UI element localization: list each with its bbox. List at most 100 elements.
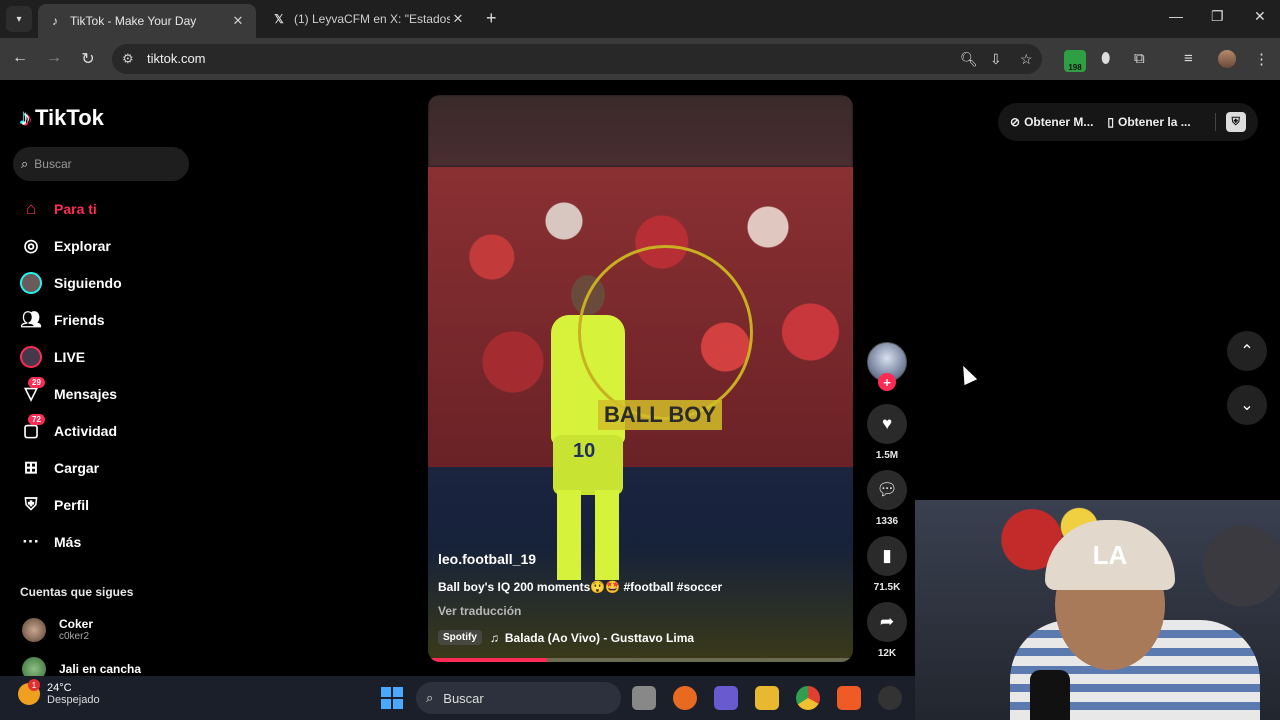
share-count: 12K — [877, 648, 897, 659]
translate-link[interactable]: Ver traducción — [438, 604, 521, 618]
browser-menu-icon[interactable]: ⋮ — [1254, 50, 1269, 68]
weather-widget[interactable]: 1 24°C Despejado — [18, 679, 100, 706]
profile-icon: ⛨ — [24, 494, 38, 514]
follow-plus-icon[interactable]: + — [878, 373, 896, 391]
tiktok-favicon-icon: ♪ — [52, 14, 58, 28]
comment-button[interactable]: 💬︎ — [867, 470, 907, 510]
nav-item-cargar[interactable]: ⊞ Cargar — [18, 449, 198, 486]
back-icon[interactable]: ← — [10, 49, 30, 67]
nav-item-friends[interactable]: 👥︎ Friends — [18, 301, 198, 338]
windows-start-icon[interactable] — [381, 687, 403, 709]
new-tab-button[interactable]: + — [486, 8, 497, 29]
divider — [1214, 113, 1216, 131]
live-icon — [18, 344, 44, 370]
spotify-tag[interactable]: Spotify — [438, 630, 482, 645]
restore-icon[interactable]: ❐ — [1211, 8, 1224, 25]
comment-count: 1336 — [875, 516, 899, 527]
video-progress-fill — [428, 658, 547, 662]
nav-item-explorar[interactable]: ◎ Explorar — [18, 227, 198, 264]
save-count: 71.5K — [873, 582, 901, 593]
firefox-icon[interactable] — [673, 686, 697, 710]
next-video-button[interactable]: ⌄ — [1227, 385, 1267, 425]
account-item-coker[interactable]: Coker c0ker2 — [22, 617, 93, 642]
bookmark-icon: ▮ — [882, 546, 892, 565]
account-name: Jali en cancha — [59, 662, 142, 676]
browser-tab-strip: ▾ ♪ TikTok - Make Your Day ✕ 𝕏 (1) Leyva… — [0, 0, 1280, 38]
weather-badge: 1 — [28, 679, 40, 691]
site-info-icon[interactable]: ⚙ — [122, 51, 134, 67]
teams-icon[interactable] — [714, 686, 738, 710]
taskbar-search[interactable]: ⌕ Buscar — [416, 682, 621, 714]
zoom-icon[interactable]: 🔍︎ — [960, 51, 978, 68]
tab-search-menu-button[interactable]: ▾ — [6, 6, 32, 32]
video-music[interactable]: Spotify ♫ Balada (Ao Vivo) - Gusttavo Li… — [438, 630, 694, 645]
video-progress-bar[interactable] — [428, 658, 853, 662]
share-button[interactable]: ➦ — [867, 602, 907, 642]
reading-list-icon[interactable]: ≡ — [1184, 50, 1193, 67]
messages-badge: 29 — [28, 377, 45, 388]
search-icon: ⌕ — [21, 156, 29, 171]
tab-title: (1) LeyvaCFM en X: "Estados U — [294, 12, 450, 26]
nav-item-perfil[interactable]: ⛨ Perfil — [18, 486, 198, 523]
get-app-button[interactable]: ⊘ Obtener M... — [1010, 115, 1093, 129]
activity-badge: 72 — [28, 414, 45, 425]
sidebar-nav: ⌂ Para ti ◎ Explorar Siguiendo 👥︎ Friend… — [18, 190, 198, 560]
nav-item-mensajes[interactable]: ▽ 29 Mensajes — [18, 375, 198, 412]
nav-item-siguiendo[interactable]: Siguiendo — [18, 264, 198, 301]
extension-badge-icon[interactable]: 198 — [1064, 50, 1086, 72]
address-bar[interactable]: ⚙ tiktok.com 🔍︎ ⇩ ☆ — [112, 44, 1042, 74]
minimize-icon[interactable]: — — [1169, 8, 1183, 24]
like-button[interactable]: ♥ — [867, 404, 907, 444]
video-username[interactable]: leo.football_19 — [438, 551, 536, 567]
nav-item-mas[interactable]: ··· Más — [18, 523, 198, 560]
avatar — [22, 617, 46, 642]
reload-icon[interactable]: ↻ — [78, 49, 98, 69]
tab-tiktok[interactable]: ♪ TikTok - Make Your Day ✕ — [38, 4, 256, 38]
search-icon: ⌕ — [426, 690, 434, 705]
search-box[interactable]: ⌕ — [13, 147, 189, 181]
windows-taskbar: 1 24°C Despejado ⌕ Buscar — [0, 676, 915, 720]
task-view-icon[interactable] — [632, 686, 656, 710]
bookmark-star-icon[interactable]: ☆ — [1020, 51, 1033, 68]
nav-item-para-ti[interactable]: ⌂ Para ti — [18, 190, 198, 227]
forward-icon[interactable]: → — [44, 49, 64, 67]
share-icon: ➦ — [879, 612, 895, 631]
more-icon: ··· — [22, 531, 40, 551]
tab-close-icon[interactable]: ✕ — [230, 13, 246, 29]
profile-avatar-icon[interactable]: ⛨ — [1225, 112, 1246, 132]
search-input[interactable] — [34, 157, 175, 171]
account-handle: c0ker2 — [59, 631, 90, 642]
save-button[interactable]: ▮ — [867, 536, 907, 576]
microphone — [1030, 670, 1070, 720]
close-window-icon[interactable]: ✕ — [1254, 8, 1266, 25]
install-app-icon[interactable]: ⇩ — [990, 51, 1002, 68]
ball-boy-label: BALL BOY — [598, 400, 723, 430]
browser-profile-avatar[interactable] — [1218, 50, 1236, 68]
previous-video-button[interactable]: ⌃ — [1227, 331, 1267, 371]
account-name: Coker — [59, 617, 94, 631]
chevron-up-icon: ⌃ — [1240, 343, 1254, 360]
file-explorer-icon[interactable] — [755, 686, 779, 710]
temperature: 24°C — [47, 682, 72, 694]
home-icon: ⌂ — [25, 198, 37, 218]
video-blur-band — [428, 95, 853, 167]
header-actions: ⊘ Obtener M... ▯ Obtener la ... ⛨ — [998, 103, 1258, 141]
extension-icon[interactable]: ⬮ — [1101, 50, 1110, 67]
nav-item-actividad[interactable]: ▢ 72 Actividad — [18, 412, 198, 449]
obs-icon[interactable] — [878, 686, 902, 710]
music-note-icon: ♫ — [489, 630, 499, 645]
tiktok-logo[interactable]: ♪ TikTok — [20, 105, 104, 131]
tab-title: TikTok - Make Your Day — [70, 14, 197, 28]
friends-icon: 👥︎ — [20, 309, 42, 329]
get-desktop-button[interactable]: ▯ Obtener la ... — [1107, 115, 1190, 129]
app-icon: ⊘ — [1010, 115, 1021, 129]
chrome-icon[interactable] — [796, 686, 820, 710]
url-text: tiktok.com — [147, 51, 206, 66]
tab-close-icon[interactable]: ✕ — [450, 11, 466, 27]
nav-item-live[interactable]: LIVE — [18, 338, 198, 375]
brave-icon[interactable] — [837, 686, 861, 710]
tab-x[interactable]: 𝕏 (1) LeyvaCFM en X: "Estados U ✕ — [262, 4, 476, 34]
jersey-number: 10 — [573, 440, 596, 462]
video-player[interactable]: 10 BALL BOY leo.football_19 Ball boy's I… — [428, 95, 853, 662]
extensions-puzzle-icon[interactable]: ⧉ — [1134, 50, 1145, 67]
